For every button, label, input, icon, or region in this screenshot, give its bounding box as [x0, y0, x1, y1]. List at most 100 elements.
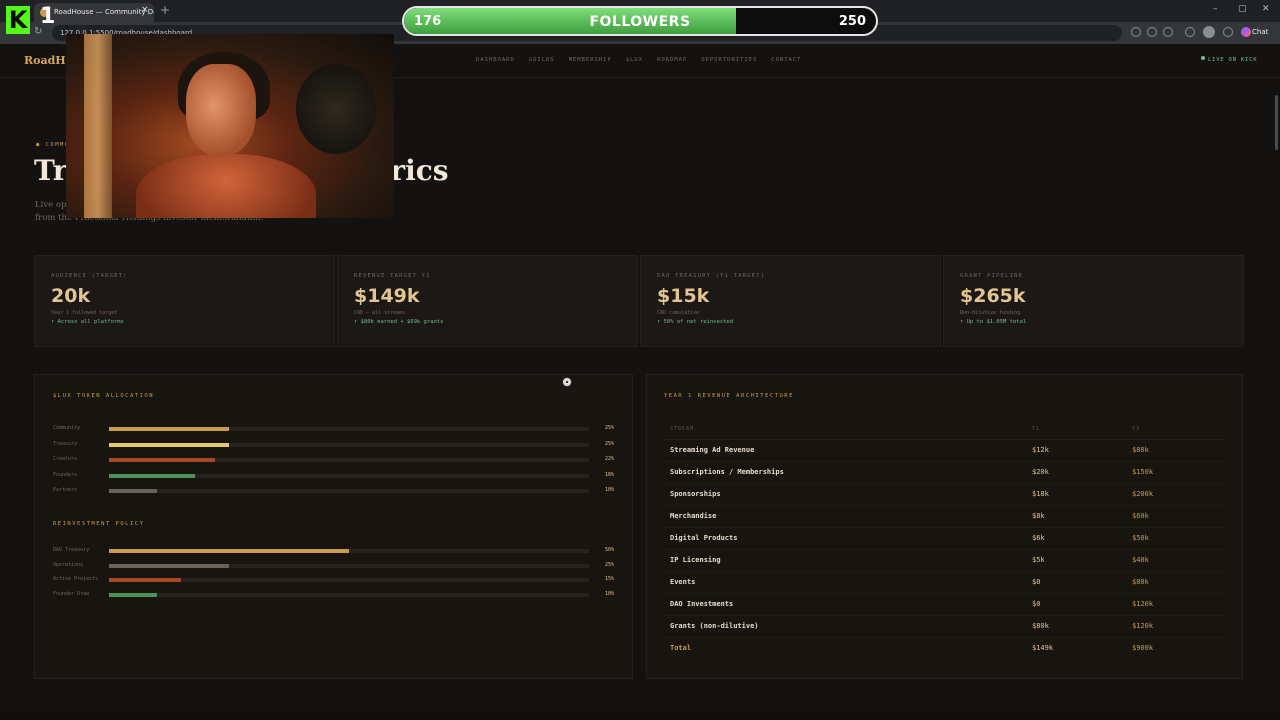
bar-fill	[109, 442, 229, 447]
stat-label: REVENUE TARGET Y1	[354, 273, 431, 279]
nav-link-membership[interactable]: MEMBERSHIP	[569, 57, 612, 63]
live-status[interactable]: LIVE ON KICK	[1201, 56, 1257, 63]
bar-track	[109, 489, 589, 493]
bar-percent: 25%	[605, 561, 615, 568]
y1-cell: $12k	[1026, 439, 1126, 462]
profile-avatar-icon[interactable]	[1203, 26, 1215, 38]
revenue-table: STREAM Y1 Y3 Streaming Ad Revenue $12k $80…	[664, 425, 1226, 659]
bar-label: Operations	[53, 561, 84, 568]
stream-cell: Streaming Ad Revenue	[664, 439, 1026, 462]
stat-value: 20k	[51, 285, 91, 307]
stream-cell: DAO Investments	[664, 593, 1026, 616]
stat-note: Year 1 followed target	[51, 310, 118, 316]
y3-cell: $80k	[1126, 571, 1226, 594]
stat-card: DAO TREASURY (Y1 TARGET) $15k CAD cumulati…	[640, 255, 941, 347]
stat-card: REVENUE TARGET Y1 $149k CAD — all streams ↑…	[337, 255, 638, 347]
table-row: Streaming Ad Revenue $12k $80k	[664, 439, 1226, 462]
site-nav-links: DASHBOARD GUILDS MEMBERSHIP $LUX ROADMAP OPPO…	[476, 57, 801, 63]
bar-percent: 22%	[605, 456, 615, 462]
page-title-start: Tr	[34, 154, 68, 187]
stat-delta: ↑ 50% of net reinvested	[657, 319, 734, 325]
y3-cell: $150k	[1126, 461, 1226, 484]
bar-track	[109, 427, 589, 431]
y3-cell: $80k	[1126, 439, 1226, 462]
webcam-light	[84, 34, 112, 218]
bar-label: DAO Treasury	[53, 547, 90, 553]
stream-cell: Events	[664, 571, 1026, 594]
stream-cell: IP Licensing	[664, 549, 1026, 572]
stat-delta: ↑ Across all platforms	[51, 319, 124, 325]
bar-row: Operations 25%	[53, 562, 619, 572]
bar-label: Partners	[53, 487, 78, 493]
bar-fill	[109, 549, 349, 553]
stream-cell: Sponsorships	[664, 483, 1026, 506]
bar-label: Community	[53, 425, 81, 431]
extension-icon[interactable]	[1147, 27, 1157, 37]
nav-link-opportunities[interactable]: OPPORTUNITIES	[701, 57, 757, 63]
bookmark-icon[interactable]	[1163, 27, 1173, 37]
tab-close-icon[interactable]: ×	[141, 5, 149, 15]
page-scrollbar[interactable]	[1275, 95, 1278, 150]
section-eyebrow: ● COMMU	[36, 142, 70, 148]
window-close-icon[interactable]: ✕	[1262, 4, 1270, 14]
maximize-icon[interactable]: ▢	[1238, 4, 1247, 14]
table-row: Subscriptions / Memberships $20k $150k	[664, 461, 1226, 484]
reinvestment-title: REINVESTMENT POLICY	[53, 521, 145, 527]
stat-note: CAD — all streams	[354, 310, 406, 316]
y3-cell: $50k	[1126, 527, 1226, 550]
bar-track	[109, 592, 589, 597]
bar-row: Partners 10%	[53, 487, 619, 497]
table-row: DAO Investments $0 $120k	[664, 593, 1226, 616]
bottom-edge	[0, 712, 1280, 720]
bar-row: Founder Draw 10%	[53, 591, 619, 601]
table-row: IP Licensing $5k $40k	[664, 549, 1226, 572]
chat-button[interactable]: Chat	[1240, 26, 1276, 39]
y1-cell: $20k	[1026, 461, 1126, 484]
table-row: Digital Products $6k $50k	[664, 527, 1226, 550]
table-row: Merchandise $8k $60k	[664, 505, 1226, 528]
y3-cell: $60k	[1126, 505, 1226, 528]
nav-link-guilds[interactable]: GUILDS	[529, 57, 555, 63]
stat-value: $15k	[657, 285, 710, 307]
nav-link-roadmap[interactable]: ROADMAP	[657, 57, 687, 63]
bar-track	[109, 549, 589, 553]
bookmarks-icon[interactable]	[1185, 27, 1195, 37]
y1-cell: $18k	[1026, 483, 1126, 506]
bar-fill	[109, 592, 157, 597]
bar-track	[109, 578, 589, 582]
stat-note: CAD cumulative	[657, 310, 700, 316]
bar-fill	[109, 578, 181, 582]
tab-title: RoadHouse — Community Dashb...	[54, 8, 154, 16]
nav-link-contact[interactable]: CONTACT	[771, 57, 801, 63]
webcam-overlay	[66, 34, 394, 218]
y1-cell: $8k	[1026, 505, 1126, 528]
minimize-icon[interactable]: –	[1213, 4, 1218, 14]
y3-cell: $120k	[1126, 615, 1226, 638]
revenue-panel: YEAR 1 REVENUE ARCHITECTURE STREAM Y1 Y3…	[646, 374, 1243, 679]
bar-row: Community 25%	[53, 425, 619, 435]
menu-icon[interactable]	[1223, 27, 1233, 37]
stream-cell: Digital Products	[664, 527, 1026, 550]
column-header: STREAM	[664, 425, 1026, 440]
bar-percent: 25%	[605, 440, 615, 447]
nav-link-lux[interactable]: $LUX	[626, 57, 643, 63]
extension-icon[interactable]	[1131, 27, 1141, 37]
bar-row: Active Projects 15%	[53, 576, 619, 586]
kick-viewer-count: 1	[40, 4, 56, 29]
stat-card: GRANT PIPELINE $265k Non-dilutive funding ↑…	[943, 255, 1244, 347]
bar-row: DAO Treasury 50%	[53, 547, 619, 557]
bar-fill	[109, 427, 229, 431]
column-header: Y3	[1126, 425, 1226, 440]
stat-cards: AUDIENCE (TARGET) 20k Year 1 followed targ…	[34, 255, 1244, 347]
nav-link-dashboard[interactable]: DASHBOARD	[476, 57, 515, 63]
live-dot-icon	[1201, 56, 1205, 60]
bar-label: Founder Draw	[53, 590, 90, 597]
stream-cell: Total	[670, 644, 692, 653]
stat-label: DAO TREASURY (Y1 TARGET)	[657, 273, 766, 279]
y3-cell: $120k	[1126, 593, 1226, 616]
y3-cell: $200k	[1126, 483, 1226, 506]
mouse-cursor-icon	[562, 377, 572, 387]
new-tab-button[interactable]: +	[160, 3, 170, 17]
y1-cell: $6k	[1026, 527, 1126, 550]
bar-row: Founders 18%	[53, 472, 619, 482]
